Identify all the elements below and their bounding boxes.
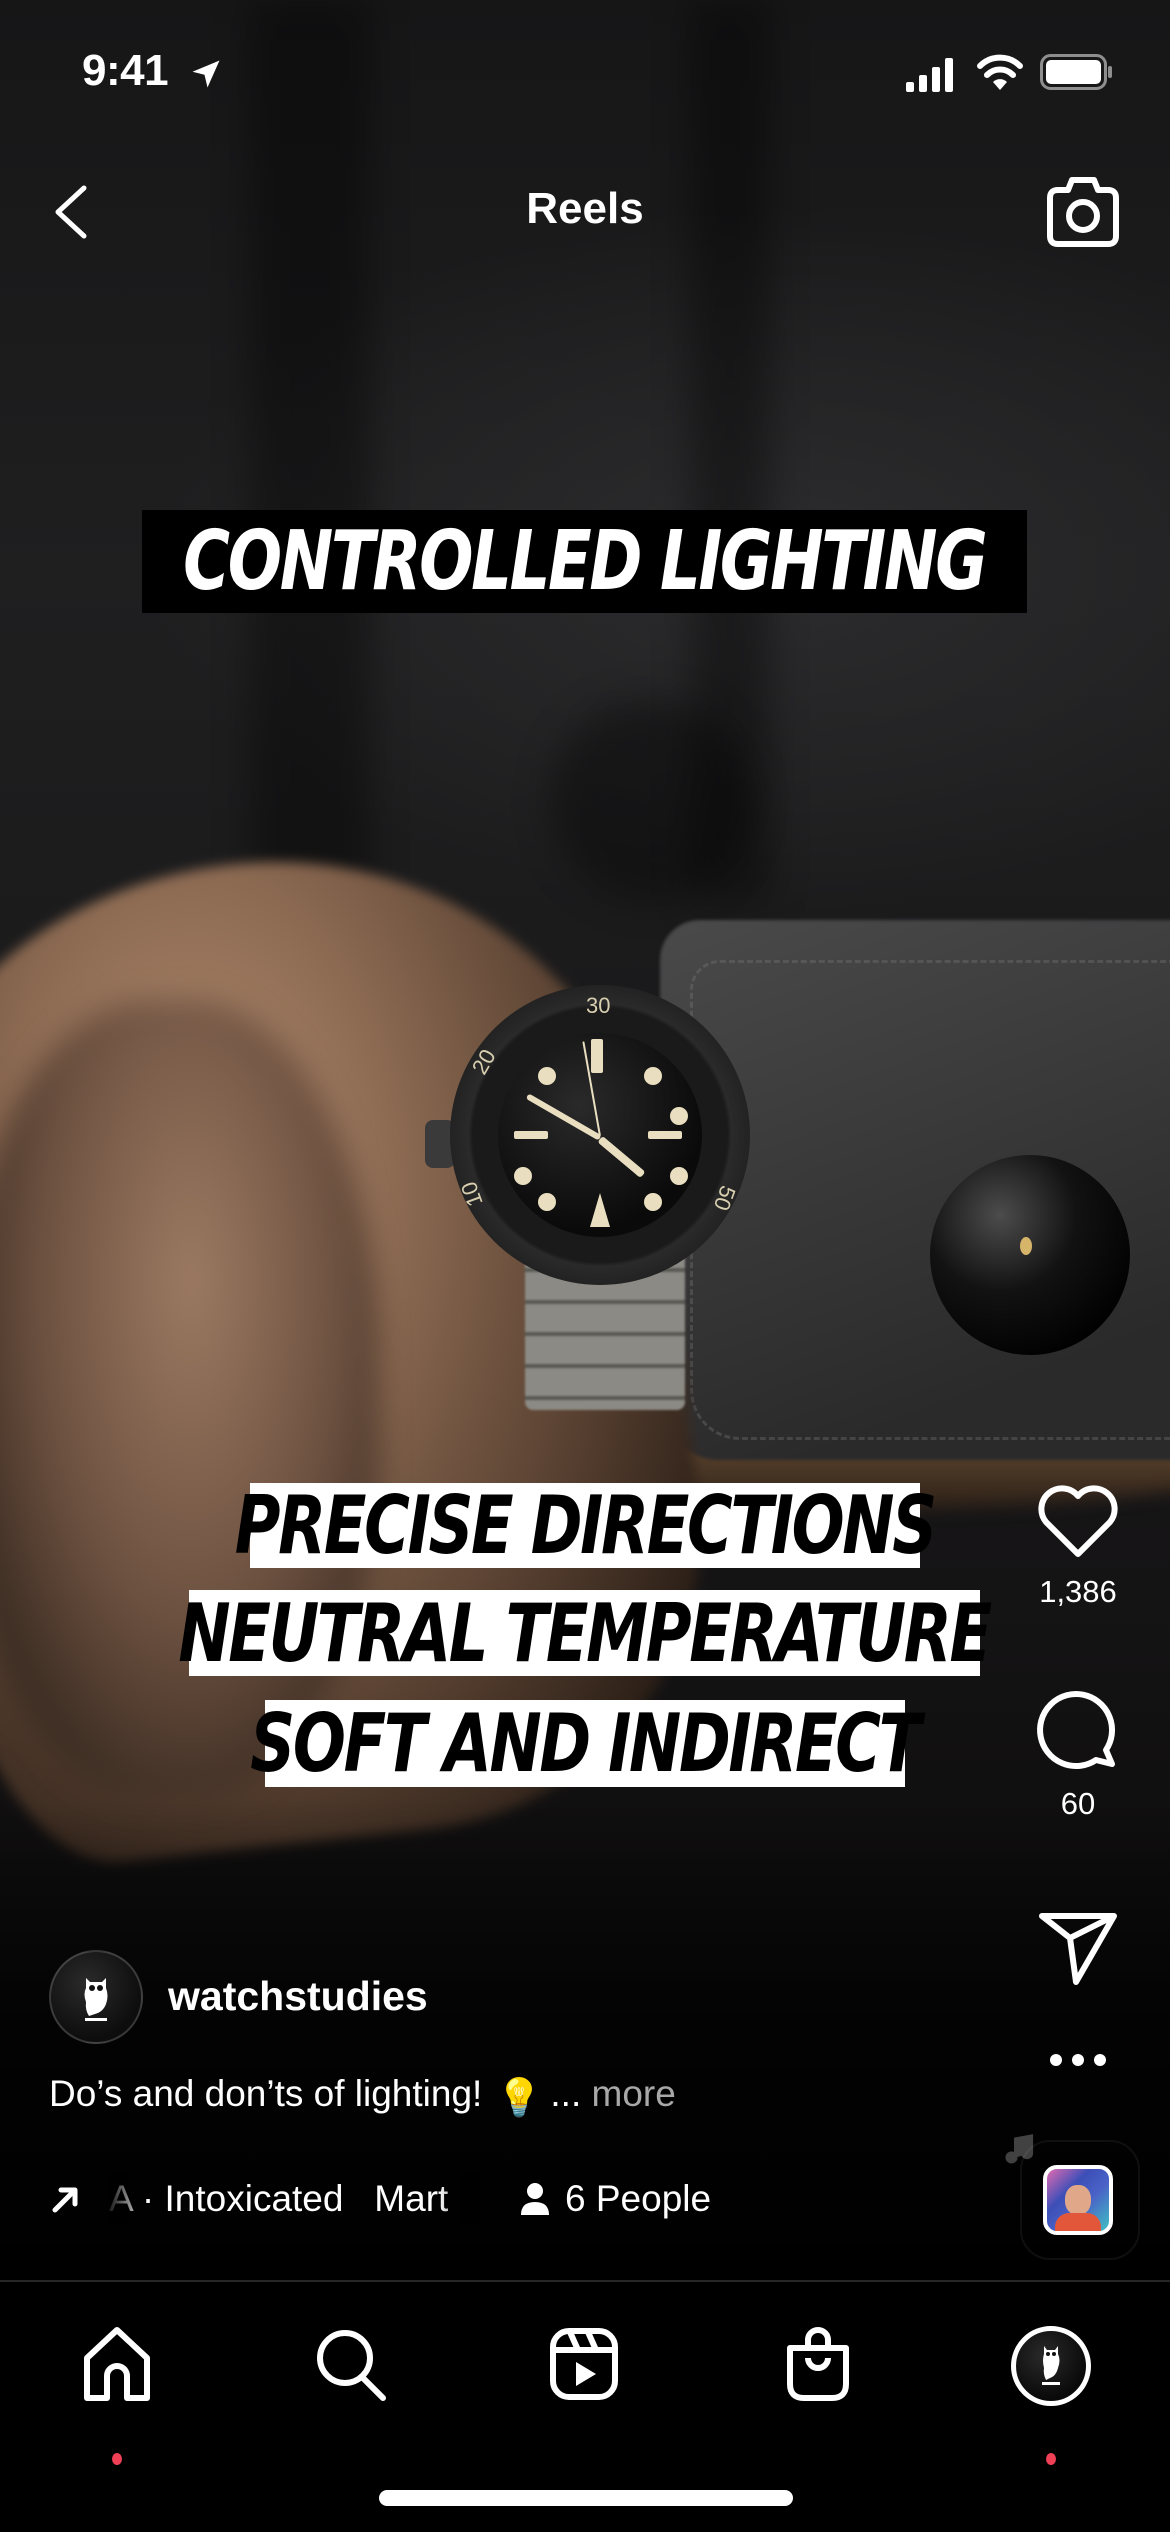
overlay-line: SOFT AND INDIRECT <box>251 1697 922 1790</box>
overlay-line: NEUTRAL TEMPERATURE <box>179 1587 993 1680</box>
hand <box>0 1000 380 1800</box>
tagged-people-button[interactable]: 6 People <box>519 2178 711 2220</box>
audio-track-link[interactable]: A · Intoxicated Mart <box>109 2174 479 2224</box>
comment-bubble-icon <box>1037 1691 1116 1770</box>
overlay-title-text: CONTROLLED LIGHTING <box>183 514 988 609</box>
owl-logo-icon <box>84 1978 108 2021</box>
comment-button[interactable]: 60 <box>1020 1688 1136 1822</box>
post-caption[interactable]: Do’s and don’ts of lighting! 💡... more <box>49 2073 676 2120</box>
audio-track-text: A · Intoxicated Mart <box>109 2178 449 2219</box>
hour-marker <box>591 1039 603 1073</box>
comment-count[interactable]: 60 <box>1020 1786 1136 1822</box>
person-icon <box>521 2183 549 2215</box>
like-button[interactable]: 1,386 <box>1020 1484 1136 1610</box>
author-avatar[interactable] <box>49 1950 143 2044</box>
share-button[interactable] <box>1020 1908 1136 1986</box>
cellular-signal-icon <box>906 58 953 92</box>
paper-plane-icon <box>1039 1913 1117 1985</box>
tab-shop[interactable] <box>768 2326 868 2426</box>
jacket-fold <box>550 700 750 900</box>
overlay-line-text: SOFT AND INDIRECT <box>250 1697 922 1790</box>
page-title: Reels <box>526 184 644 233</box>
hour-marker <box>514 1167 532 1185</box>
lightbulb-emoji: 💡 <box>496 2077 543 2118</box>
wifi-icon <box>977 54 1023 90</box>
cuff-button <box>930 1155 1130 1355</box>
hour-marker <box>670 1167 688 1185</box>
hour-hand <box>597 1135 646 1179</box>
hour-marker <box>644 1067 662 1085</box>
arrow-up-right-icon <box>52 2187 78 2213</box>
overlay-line: PRECISE DIRECTIONS <box>235 1479 937 1572</box>
tab-search[interactable] <box>301 2326 401 2426</box>
tagged-people-count: 6 People <box>565 2178 712 2219</box>
status-bar: 9:41 <box>0 0 1170 140</box>
overlay-line-text: PRECISE DIRECTIONS <box>234 1479 937 1572</box>
watch: 30 20 10 50 <box>450 985 750 1285</box>
tab-profile[interactable] <box>1001 2326 1101 2465</box>
heart-icon <box>1038 1485 1118 1557</box>
hour-marker <box>538 1067 556 1085</box>
hour-marker-triangle <box>590 1193 610 1227</box>
home-icon <box>84 2327 150 2401</box>
tab-reels[interactable] <box>534 2326 634 2426</box>
reels-icon <box>550 2328 618 2400</box>
like-count[interactable]: 1,386 <box>1020 1574 1136 1610</box>
hour-marker <box>648 1131 682 1139</box>
location-arrow-icon <box>192 60 220 88</box>
overlay-title: CONTROLLED LIGHTING <box>142 510 1027 613</box>
more-options-button[interactable] <box>1020 2052 1136 2068</box>
overlay-line-text: NEUTRAL TEMPERATURE <box>178 1586 993 1680</box>
owl-logo-icon <box>1042 2346 1060 2385</box>
profile-avatar <box>1011 2326 1091 2406</box>
hour-marker <box>670 1107 688 1125</box>
tab-home[interactable] <box>67 2326 167 2465</box>
shopping-bag-icon <box>787 2327 849 2401</box>
status-time: 9:41 <box>82 46 169 95</box>
post-meta-row: A · Intoxicated Mart 6 People <box>49 2174 711 2224</box>
caption-text: Do’s and don’ts of lighting! <box>49 2073 483 2114</box>
watch-dial <box>498 1033 702 1237</box>
caption-ellipsis: ... <box>550 2073 582 2114</box>
hour-marker <box>644 1193 662 1211</box>
album-art-shirt <box>1055 2213 1101 2231</box>
search-icon <box>317 2330 386 2401</box>
hour-marker <box>538 1193 556 1211</box>
audio-thumbnail[interactable] <box>1043 2165 1113 2235</box>
more-dots-icon <box>1050 2054 1106 2066</box>
author-username[interactable]: watchstudies <box>168 1973 428 2020</box>
battery-icon <box>1040 54 1112 90</box>
home-notification-dot <box>112 2453 122 2465</box>
hour-marker <box>514 1131 548 1139</box>
camera-icon[interactable] <box>1040 170 1126 254</box>
caption-more-link[interactable]: more <box>592 2073 676 2114</box>
profile-notification-dot <box>1046 2453 1056 2465</box>
home-indicator[interactable] <box>379 2490 793 2506</box>
album-art-face <box>1065 2185 1091 2215</box>
bezel-number: 30 <box>586 993 611 1018</box>
